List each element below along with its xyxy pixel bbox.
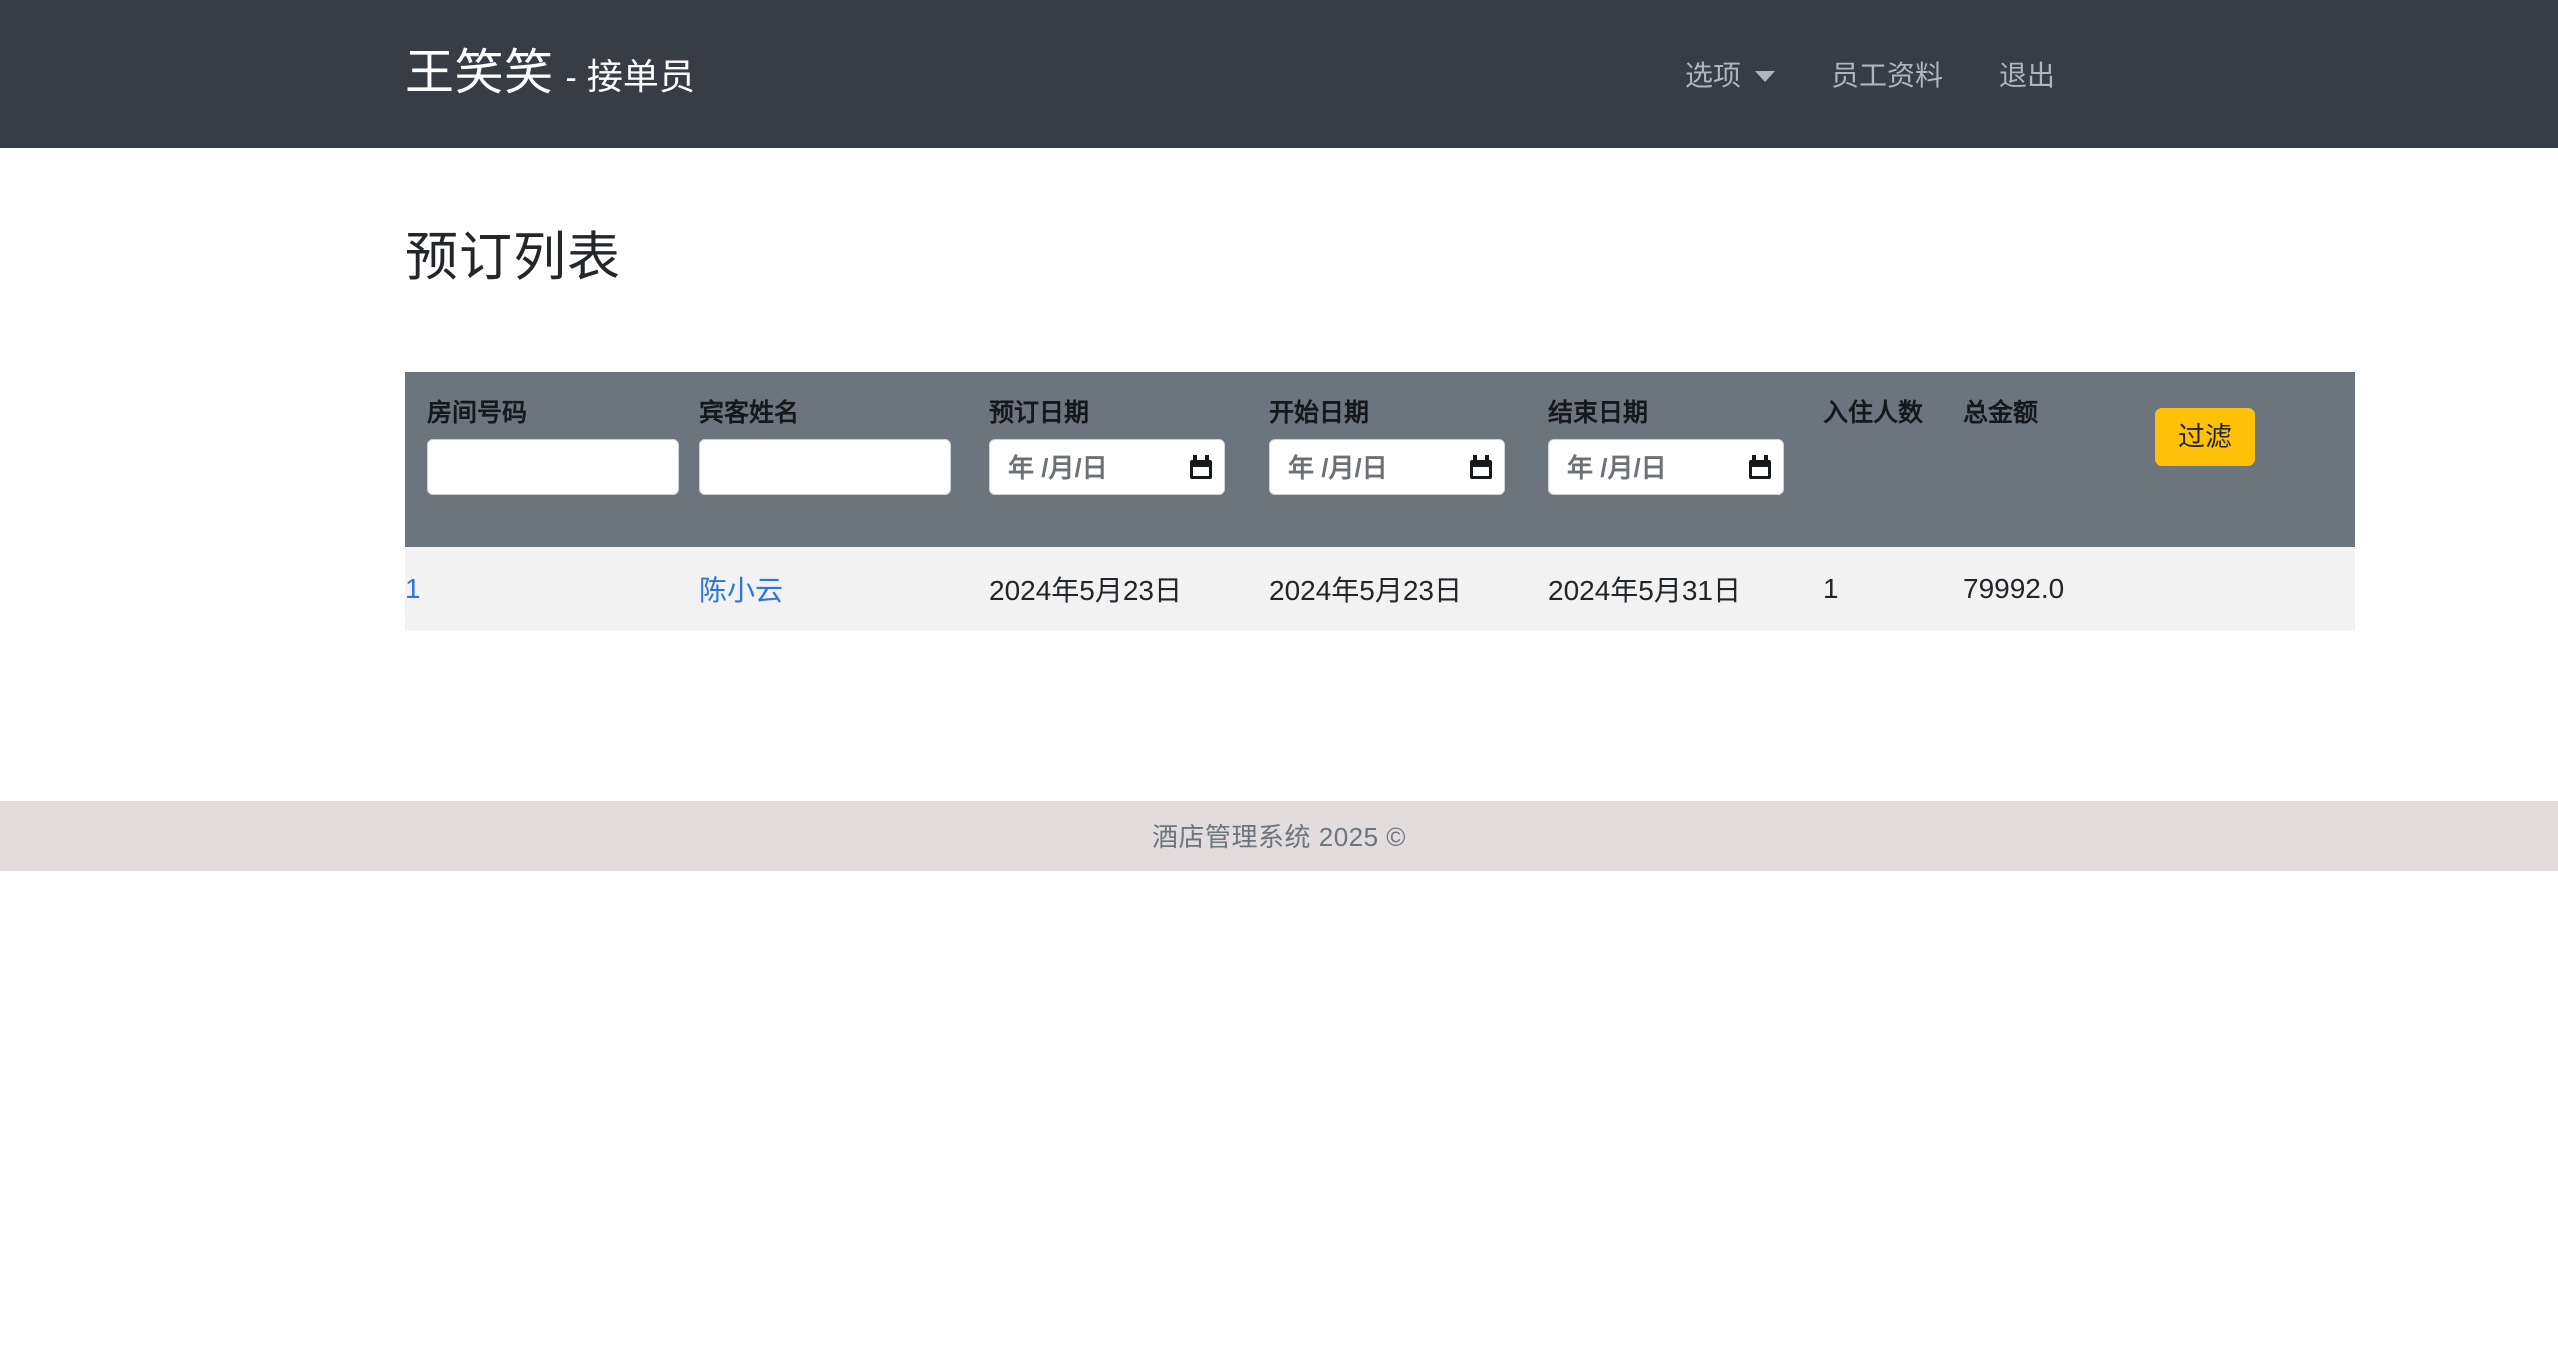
filter-room-number-input[interactable] — [427, 439, 679, 495]
page-title: 预订列表 — [405, 148, 2153, 290]
filter-end-date-placeholder: 年 /月/日 — [1567, 448, 1667, 485]
table-row: 1 陈小云 2024年5月23日 2024年5月23日 2024年5月31日 1… — [405, 547, 2355, 631]
nav-item-staff-profile[interactable]: 员工资料 — [1803, 42, 1971, 106]
column-room-number: 房间号码 — [405, 372, 699, 547]
main-content: 预订列表 房间号码 宾客姓名 — [0, 148, 2558, 631]
column-total-amount: 总金额 — [1963, 372, 2155, 547]
calendar-icon[interactable] — [1470, 455, 1492, 479]
cell-room-number: 1 — [405, 547, 699, 631]
column-total-amount-label: 总金额 — [1963, 398, 2155, 429]
calendar-icon[interactable] — [1190, 455, 1212, 479]
page-root: 王笑笑 - 接单员 选项 员工资料 退出 预订列表 — [0, 0, 2558, 1366]
navbar-inner: 王笑笑 - 接单员 选项 员工资料 退出 — [0, 42, 2558, 106]
brand-link[interactable]: 王笑笑 - 接单员 — [405, 48, 695, 100]
filter-start-date-placeholder: 年 /月/日 — [1288, 448, 1388, 485]
column-guest-count: 入住人数 — [1823, 372, 1963, 547]
footer-text: 酒店管理系统 2025 © — [1152, 817, 1406, 854]
booking-table-body: 1 陈小云 2024年5月23日 2024年5月23日 2024年5月31日 1… — [405, 547, 2355, 631]
column-end-date: 结束日期 年 /月/日 — [1548, 372, 1823, 547]
column-guest-name-label: 宾客姓名 — [699, 398, 989, 429]
nav-item-options-label: 选项 — [1685, 54, 1741, 94]
navbar-links: 选项 员工资料 退出 — [1657, 42, 2083, 106]
filter-end-date-input[interactable]: 年 /月/日 — [1548, 439, 1784, 495]
column-start-date: 开始日期 年 /月/日 — [1269, 372, 1548, 547]
filter-booking-date-input[interactable]: 年 /月/日 — [989, 439, 1225, 495]
cell-start-date: 2024年5月23日 — [1269, 547, 1548, 631]
column-guest-count-label: 入住人数 — [1823, 398, 1963, 429]
room-number-link[interactable]: 1 — [405, 573, 421, 604]
column-room-number-label: 房间号码 — [427, 398, 699, 429]
column-filter-action: 过滤 — [2155, 372, 2355, 547]
column-end-date-label: 结束日期 — [1548, 398, 1823, 429]
column-booking-date-label: 预订日期 — [989, 398, 1269, 429]
column-booking-date: 预订日期 年 /月/日 — [989, 372, 1269, 547]
cell-end-date: 2024年5月31日 — [1548, 547, 1823, 631]
filter-start-date-input[interactable]: 年 /月/日 — [1269, 439, 1505, 495]
calendar-icon[interactable] — [1749, 455, 1771, 479]
nav-item-options[interactable]: 选项 — [1657, 42, 1803, 106]
brand-user-name: 王笑笑 — [405, 49, 554, 98]
page-footer: 酒店管理系统 2025 © — [0, 801, 2558, 871]
column-start-date-label: 开始日期 — [1269, 398, 1548, 429]
booking-table: 房间号码 宾客姓名 预订日期 年 /月/日 — [405, 372, 2355, 631]
cell-empty-action — [2155, 547, 2355, 631]
cell-booking-date: 2024年5月23日 — [989, 547, 1269, 631]
guest-name-link[interactable]: 陈小云 — [699, 575, 783, 606]
table-header-row: 房间号码 宾客姓名 预订日期 年 /月/日 — [405, 372, 2355, 547]
column-guest-name: 宾客姓名 — [699, 372, 989, 547]
chevron-down-icon — [1755, 71, 1775, 82]
top-navbar: 王笑笑 - 接单员 选项 员工资料 退出 — [0, 0, 2558, 148]
nav-item-staff-profile-label: 员工资料 — [1831, 54, 1943, 94]
cell-guest-count: 1 — [1823, 547, 1963, 631]
cell-guest-name: 陈小云 — [699, 547, 989, 631]
brand-separator: - — [566, 59, 577, 98]
filter-guest-name-input[interactable] — [699, 439, 951, 495]
nav-item-logout-label: 退出 — [1999, 54, 2055, 94]
brand-user-role: 接单员 — [587, 48, 695, 100]
booking-table-head: 房间号码 宾客姓名 预订日期 年 /月/日 — [405, 372, 2355, 547]
booking-table-container: 房间号码 宾客姓名 预订日期 年 /月/日 — [405, 372, 2153, 631]
filter-button[interactable]: 过滤 — [2155, 408, 2255, 466]
cell-total-amount: 79992.0 — [1963, 547, 2155, 631]
filter-booking-date-placeholder: 年 /月/日 — [1008, 448, 1108, 485]
nav-item-logout[interactable]: 退出 — [1971, 42, 2083, 106]
